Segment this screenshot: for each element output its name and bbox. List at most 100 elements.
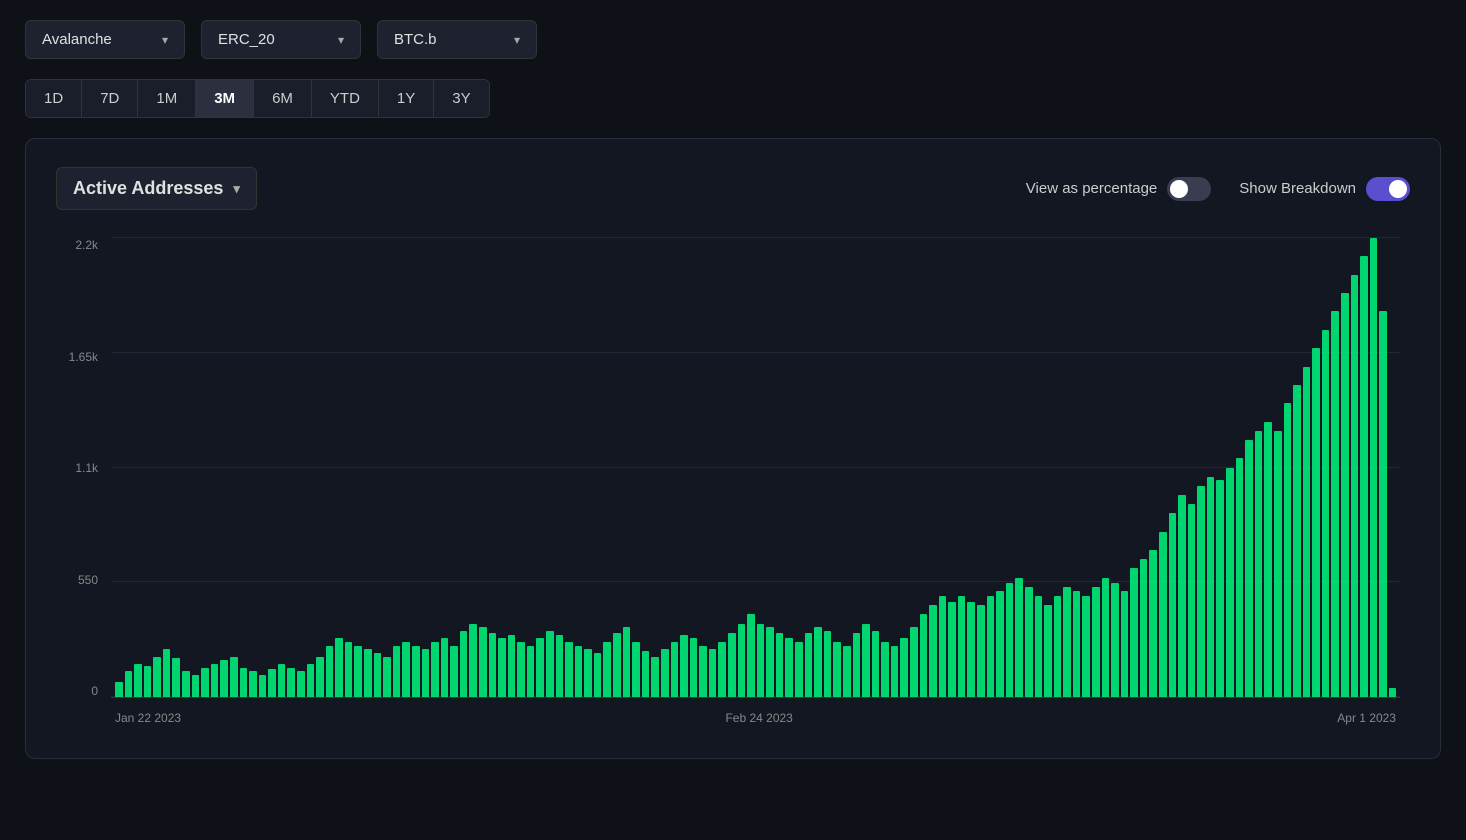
y-axis: 0 550 1.1k 1.65k 2.2k [56, 238, 106, 698]
bar-41 [508, 635, 516, 697]
bar-116 [1226, 468, 1234, 698]
time-btn-7d[interactable]: 7D [82, 80, 138, 117]
bar-59 [680, 635, 688, 697]
bar-64 [728, 633, 736, 697]
top-controls: Avalanche ▾ ERC_20 ▾ BTC.b ▾ [25, 20, 1441, 59]
bars-container [111, 238, 1400, 697]
bar-60 [690, 638, 698, 697]
bar-115 [1216, 480, 1224, 697]
bar-14 [249, 671, 257, 697]
token-type-dropdown[interactable]: ERC_20 ▾ [201, 20, 361, 59]
bar-15 [259, 675, 267, 697]
bar-114 [1207, 477, 1215, 697]
bar-26 [364, 649, 372, 697]
bar-95 [1025, 587, 1033, 697]
metric-dropdown[interactable]: Active Addresses ▾ [56, 167, 257, 210]
bar-32 [422, 649, 430, 697]
bar-96 [1035, 596, 1043, 697]
bar-94 [1015, 578, 1023, 697]
bar-124 [1303, 367, 1311, 697]
bar-73 [814, 627, 822, 697]
bar-61 [699, 646, 707, 697]
bar-23 [335, 638, 343, 697]
bar-103 [1102, 578, 1110, 697]
bar-117 [1236, 458, 1244, 697]
x-labels: Jan 22 2023 Feb 24 2023 Apr 1 2023 [111, 711, 1400, 725]
bar-43 [527, 646, 535, 697]
network-chevron-icon: ▾ [162, 33, 168, 47]
bar-35 [450, 646, 458, 697]
bar-44 [536, 638, 544, 697]
bar-9 [201, 668, 209, 697]
bar-90 [977, 605, 985, 697]
view-as-percentage-toggle[interactable] [1167, 177, 1211, 201]
bar-1 [125, 671, 133, 697]
network-dropdown[interactable]: Avalanche ▾ [25, 20, 185, 59]
time-btn-3m[interactable]: 3M [196, 80, 254, 117]
bar-130 [1360, 256, 1368, 697]
bar-58 [671, 642, 679, 697]
time-btn-ytd[interactable]: YTD [312, 80, 379, 117]
chart-inner [111, 238, 1400, 698]
bar-84 [920, 614, 928, 697]
bar-104 [1111, 583, 1119, 697]
show-breakdown-toggle[interactable] [1366, 177, 1410, 201]
chart-card: Active Addresses ▾ View as percentage Sh… [25, 138, 1441, 759]
bar-89 [967, 602, 975, 697]
bar-29 [393, 646, 401, 697]
bar-85 [929, 605, 937, 697]
bar-13 [240, 668, 248, 697]
chart-area: 0 550 1.1k 1.65k 2.2k Jan 22 2023 Feb 24… [56, 238, 1410, 738]
bar-24 [345, 642, 353, 697]
bar-97 [1044, 605, 1052, 697]
bar-28 [383, 657, 391, 697]
bar-82 [900, 638, 908, 697]
bar-118 [1245, 440, 1253, 697]
time-btn-1d[interactable]: 1D [26, 80, 82, 117]
y-label-0: 0 [56, 684, 106, 698]
bar-53 [623, 627, 631, 697]
bar-40 [498, 638, 506, 697]
bar-33 [431, 642, 439, 697]
bar-102 [1092, 587, 1100, 697]
bar-42 [517, 642, 525, 697]
bar-49 [584, 649, 592, 697]
time-btn-1y[interactable]: 1Y [379, 80, 434, 117]
view-as-percentage-label: View as percentage [1026, 180, 1157, 197]
show-breakdown-group: Show Breakdown [1239, 177, 1410, 201]
bar-31 [412, 646, 420, 697]
y-label-1100: 1.1k [56, 461, 106, 475]
bar-37 [469, 624, 477, 697]
bar-46 [556, 635, 564, 697]
bar-91 [987, 596, 995, 697]
bar-50 [594, 653, 602, 697]
y-label-1650: 1.65k [56, 350, 106, 364]
time-btn-6m[interactable]: 6M [254, 80, 312, 117]
metric-label: Active Addresses [73, 178, 223, 199]
bar-131 [1370, 238, 1378, 697]
bar-81 [891, 646, 899, 697]
bar-8 [192, 675, 200, 697]
token-dropdown[interactable]: BTC.b ▾ [377, 20, 537, 59]
bar-72 [805, 633, 813, 697]
bar-122 [1284, 403, 1292, 697]
metric-chevron-icon: ▾ [233, 181, 240, 197]
bar-27 [374, 653, 382, 697]
bar-48 [575, 646, 583, 697]
time-btn-3y[interactable]: 3Y [434, 80, 488, 117]
bar-39 [489, 633, 497, 697]
bar-62 [709, 649, 717, 697]
bar-20 [307, 664, 315, 697]
bar-128 [1341, 293, 1349, 697]
bar-99 [1063, 587, 1071, 697]
time-btn-1m[interactable]: 1M [138, 80, 196, 117]
bar-55 [642, 651, 650, 697]
bar-67 [757, 624, 765, 697]
y-label-2200: 2.2k [56, 238, 106, 252]
x-label-apr: Apr 1 2023 [1337, 711, 1396, 725]
bar-83 [910, 627, 918, 697]
bar-21 [316, 657, 324, 697]
bar-86 [939, 596, 947, 697]
bar-6 [172, 658, 180, 697]
bar-123 [1293, 385, 1301, 697]
